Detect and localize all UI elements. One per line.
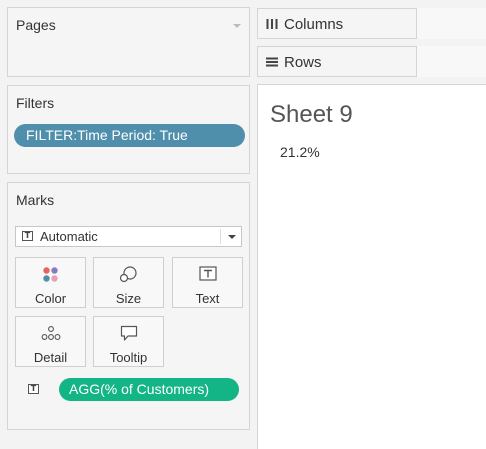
marks-title: Marks <box>16 192 55 208</box>
tooltip-button[interactable]: Tooltip <box>93 316 164 367</box>
color-dots-icon <box>43 267 58 282</box>
size-button[interactable]: Size <box>93 257 164 308</box>
columns-label: Columns <box>284 16 344 33</box>
measure-pill-pct-customers[interactable]: AGG(% of Customers) <box>59 378 239 401</box>
columns-shelf[interactable]: Columns <box>257 8 486 39</box>
pages-title: Pages <box>16 17 56 33</box>
text-mark-icon: T <box>22 231 33 241</box>
mark-type-dropdown[interactable]: T Automatic <box>15 226 242 247</box>
chevron-down-icon[interactable] <box>228 235 236 239</box>
detail-label: Detail <box>33 350 68 365</box>
text-encoding-icon[interactable]: T <box>28 384 39 394</box>
rows-icon <box>266 57 278 67</box>
detail-button[interactable]: Detail <box>15 316 86 367</box>
pages-menu-icon[interactable] <box>233 24 241 28</box>
rows-drop-area[interactable] <box>416 46 486 77</box>
color-button[interactable]: Color <box>15 257 86 308</box>
sheet-value-text[interactable]: 21.2% <box>280 144 320 160</box>
filters-title: Filters <box>16 95 55 111</box>
size-circles-icon <box>119 266 137 283</box>
size-label: Size <box>115 291 142 306</box>
rows-label: Rows <box>284 54 322 71</box>
sheet-view[interactable]: Sheet 9 21.2% <box>257 84 486 449</box>
tooltip-bubble-icon <box>120 325 137 341</box>
text-button[interactable]: Text <box>172 257 243 308</box>
filter-pill-time-period[interactable]: FILTER:Time Period: True <box>14 124 245 147</box>
detail-dots-icon <box>41 326 60 340</box>
color-label: Color <box>34 291 67 306</box>
marks-card: Marks T Automatic Color Size Text Detail… <box>7 182 250 430</box>
dropdown-divider <box>220 229 221 244</box>
filters-card[interactable]: Filters FILTER:Time Period: True <box>7 85 250 174</box>
text-label: Text <box>195 291 220 306</box>
rows-shelf[interactable]: Rows <box>257 46 486 77</box>
columns-icon <box>266 19 278 29</box>
tooltip-label: Tooltip <box>109 350 148 365</box>
sheet-title[interactable]: Sheet 9 <box>270 101 353 129</box>
columns-drop-area[interactable] <box>416 8 486 39</box>
pages-card[interactable]: Pages <box>7 7 250 77</box>
text-icon <box>198 266 217 281</box>
mark-type-value: Automatic <box>40 229 98 244</box>
